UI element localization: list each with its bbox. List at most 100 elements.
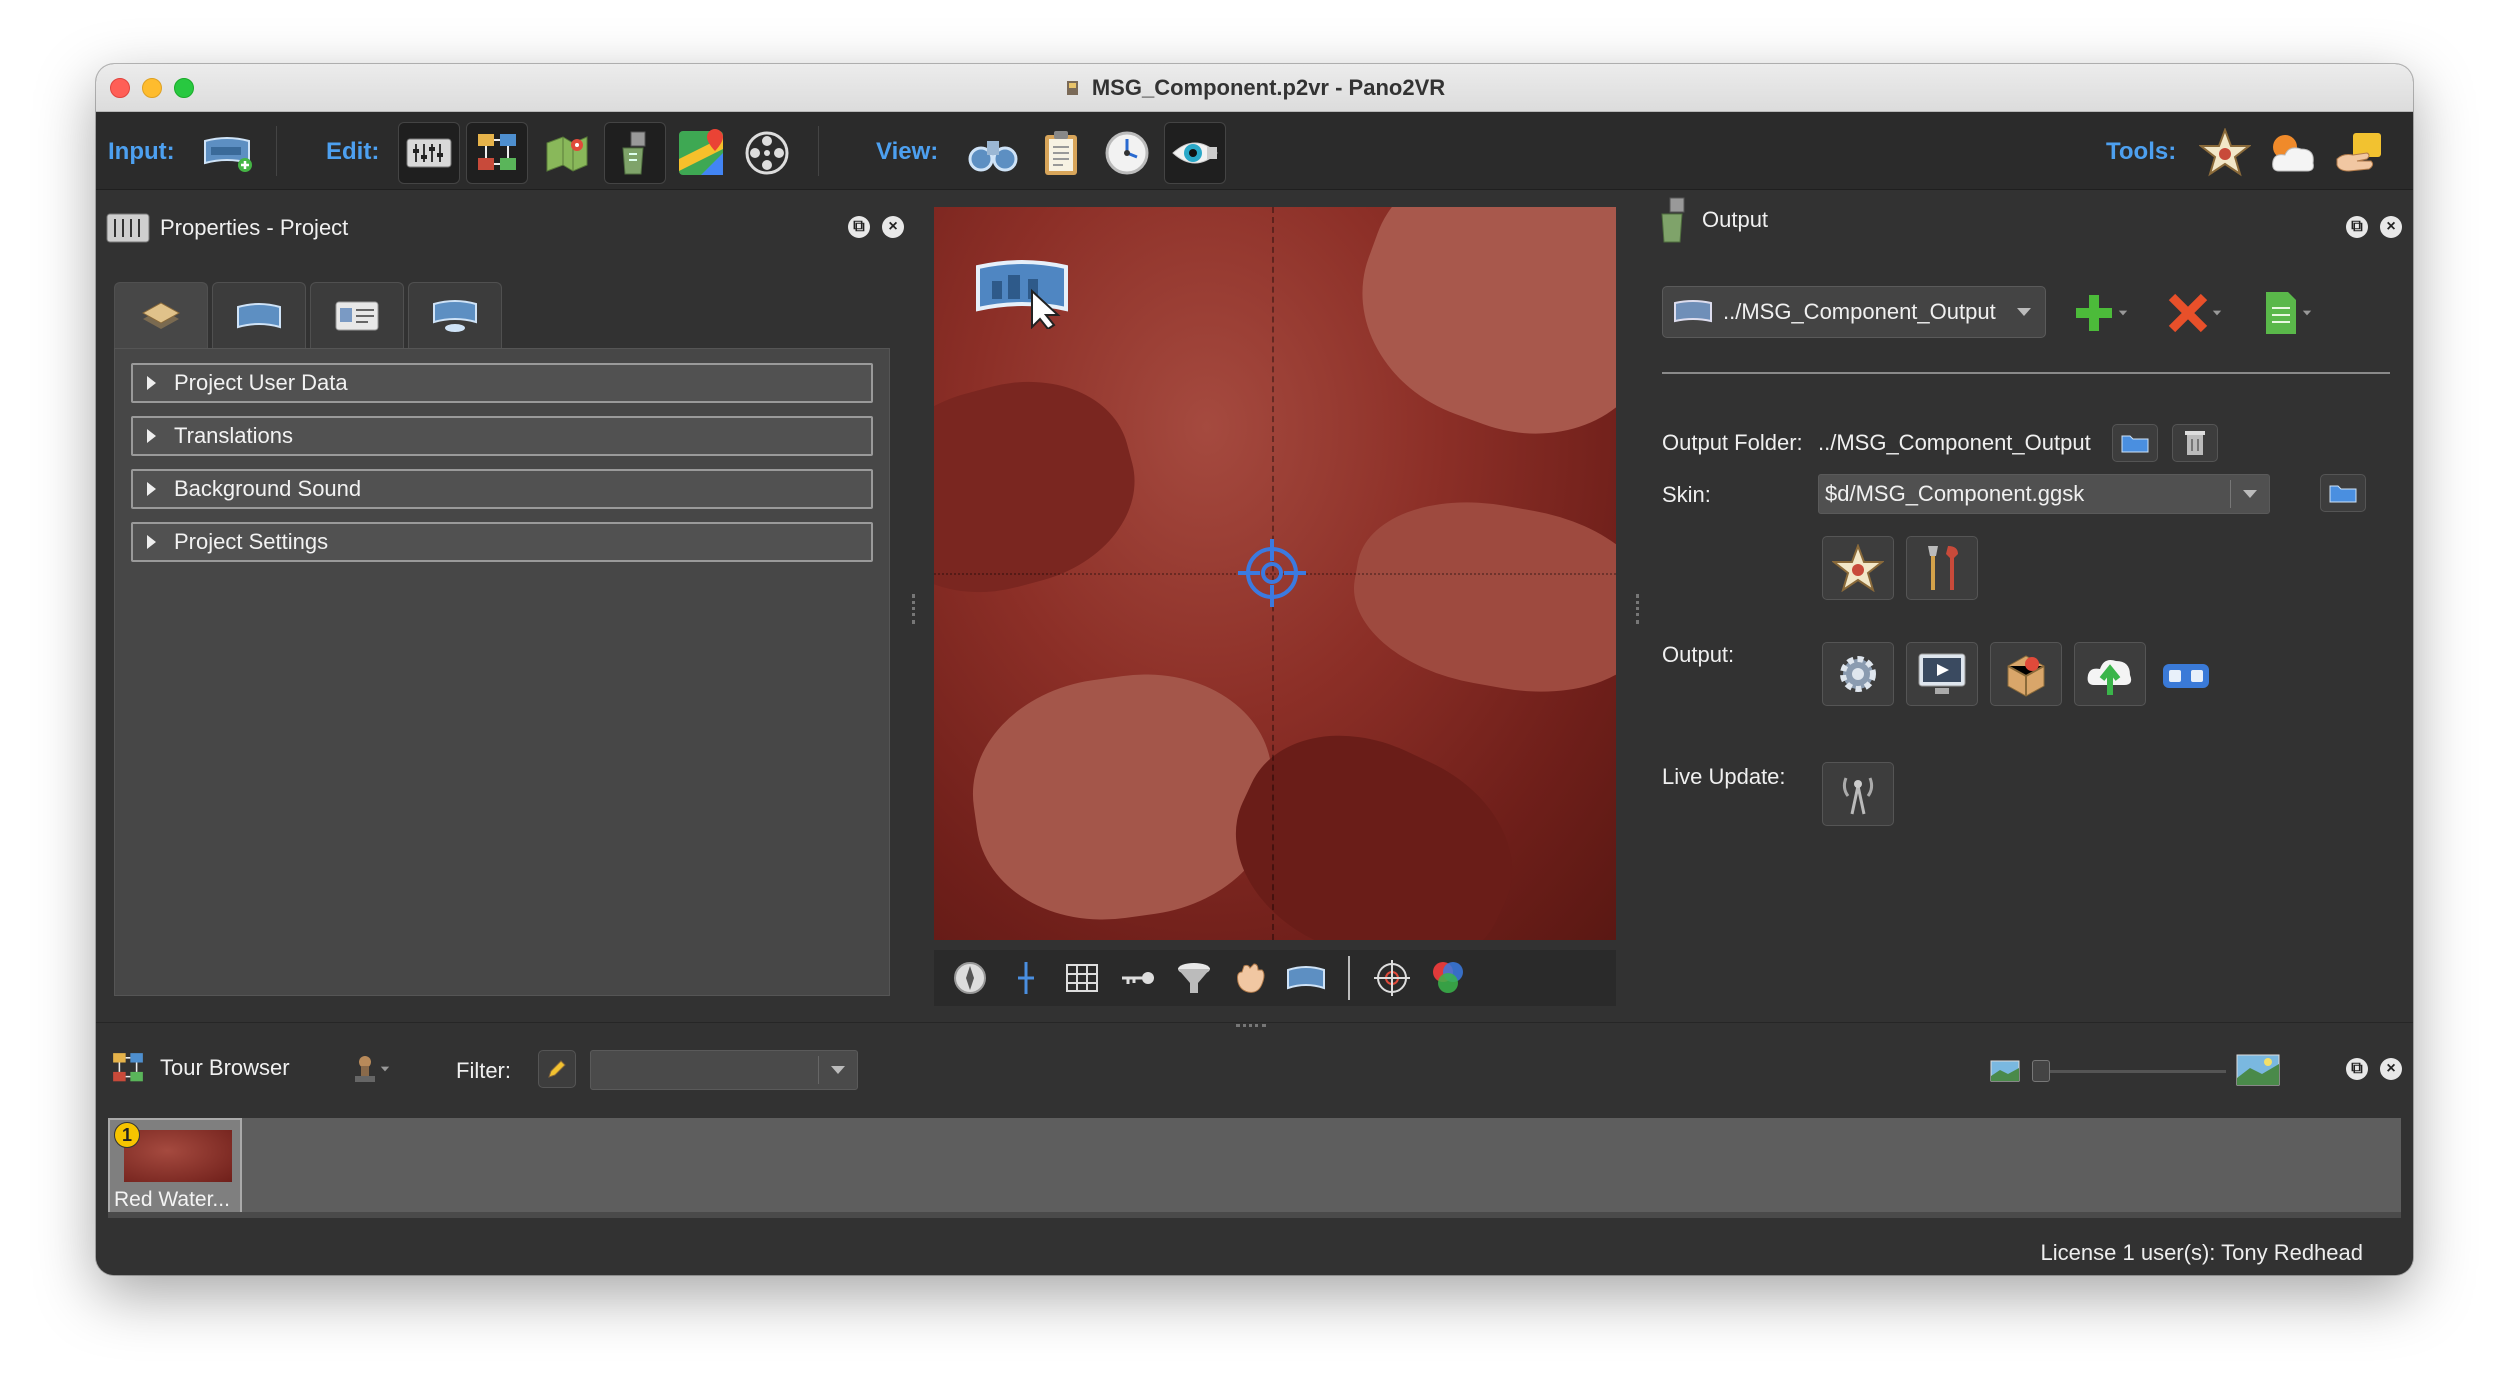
expand-arrow-icon <box>147 535 156 549</box>
skin-select[interactable]: $d/MSG_Component.ggsk <box>1818 474 2270 514</box>
skin-editor-icon <box>622 131 646 175</box>
tab-hotspots[interactable] <box>408 282 502 348</box>
bottom-splitter-handle[interactable] <box>1236 1024 1266 1027</box>
animation-button[interactable] <box>736 122 798 184</box>
vr-headset-icon <box>2163 664 2209 688</box>
properties-button[interactable] <box>398 122 460 184</box>
browse-skin-button[interactable] <box>2320 474 2366 512</box>
close-panel-button[interactable]: × <box>2380 216 2402 238</box>
output-settings-button[interactable] <box>1822 642 1894 706</box>
panorama-viewer[interactable] <box>934 207 1616 940</box>
binoculars-icon <box>968 141 1018 172</box>
minimize-window-button[interactable] <box>142 78 162 98</box>
close-panel-button[interactable]: × <box>882 216 904 238</box>
expand-arrow-icon <box>147 482 156 496</box>
close-panel-button[interactable]: × <box>2380 1058 2402 1080</box>
output-format-value: ../MSG_Component_Output <box>1723 299 1996 324</box>
tool-weather-icon <box>2272 135 2314 172</box>
live-update-button[interactable] <box>1822 762 1894 826</box>
title-bar: MSG_Component.p2vr - Pano2VR <box>96 64 2413 112</box>
tour-browser-icon <box>113 1053 143 1082</box>
sort-menu-button[interactable] <box>352 1054 400 1084</box>
delete-x-icon <box>2168 293 2208 333</box>
clipboard-button[interactable] <box>1030 122 1092 184</box>
clock-icon <box>1105 131 1149 175</box>
key-button[interactable] <box>1118 958 1158 998</box>
float-panel-button[interactable]: ⧉ <box>2346 1058 2368 1080</box>
output-format-select[interactable]: ../MSG_Component_Output <box>1662 286 2046 338</box>
preview-output-button[interactable] <box>1906 642 1978 706</box>
skin-tools-button[interactable] <box>1906 536 1978 600</box>
clear-folder-button[interactable] <box>2172 424 2218 462</box>
app-window: MSG_Component.p2vr - Pano2VR Input: Edit… <box>96 64 2413 1275</box>
hand-button[interactable] <box>1230 958 1270 998</box>
google-maps-button[interactable] <box>670 122 732 184</box>
layers-icon <box>141 301 181 329</box>
float-panel-button[interactable]: ⧉ <box>2346 216 2368 238</box>
section-project-settings[interactable]: Project Settings <box>131 522 873 562</box>
upload-output-button[interactable] <box>2074 642 2146 706</box>
horizontal-scrollbar[interactable] <box>108 1212 2401 1218</box>
slider-handle[interactable] <box>2032 1060 2050 1082</box>
guide-line-button[interactable] <box>1006 958 1046 998</box>
compass-icon <box>954 962 986 994</box>
binoculars-button[interactable] <box>962 122 1024 184</box>
tool-weather-button[interactable] <box>2262 122 2324 184</box>
color-circles-icon <box>1433 962 1463 993</box>
filter-select[interactable] <box>590 1050 858 1090</box>
tab-viewing-parameters[interactable] <box>212 282 306 348</box>
output-panel-header: Output <box>1656 197 1768 243</box>
left-splitter-handle[interactable] <box>912 594 915 624</box>
viewer-toolbar <box>934 950 1616 1006</box>
remove-output-button[interactable] <box>2166 290 2232 336</box>
properties-icon <box>406 138 452 168</box>
compass-button[interactable] <box>950 958 990 998</box>
section-project-user-data[interactable]: Project User Data <box>131 363 873 403</box>
tab-project[interactable] <box>114 282 208 350</box>
properties-title: Properties - Project <box>160 215 349 240</box>
tour-browser-button[interactable] <box>466 122 528 184</box>
add-panorama-button[interactable] <box>196 122 258 184</box>
tool-hand-icon <box>2336 133 2381 172</box>
tool-star-button[interactable] <box>2194 122 2256 184</box>
toolbar-separator <box>818 126 819 176</box>
output-document-button[interactable] <box>2262 288 2328 338</box>
eye-icon <box>1172 142 1218 164</box>
panorama-button[interactable] <box>1286 958 1326 998</box>
vr-output-button[interactable] <box>2158 654 2214 698</box>
tour-item[interactable]: 1 Red Water... <box>108 1118 242 1216</box>
small-thumbnail-icon <box>1990 1060 2020 1082</box>
funnel-button[interactable] <box>1174 958 1214 998</box>
target-button[interactable] <box>1372 958 1412 998</box>
filter-tag-button[interactable] <box>538 1050 576 1088</box>
section-translations[interactable]: Translations <box>131 416 873 456</box>
output-format-icon <box>1674 300 1712 323</box>
eye-button[interactable] <box>1164 122 1226 184</box>
clock-button[interactable] <box>1096 122 1158 184</box>
tool-hand-button[interactable] <box>2328 122 2390 184</box>
close-window-button[interactable] <box>110 78 130 98</box>
target-icon <box>1374 960 1410 996</box>
package-output-button[interactable] <box>1990 642 2062 706</box>
tools-label: Tools: <box>2106 138 2177 165</box>
status-bar: License 1 user(s): Tony Redhead <box>96 1230 2413 1275</box>
float-panel-button[interactable]: ⧉ <box>848 216 870 238</box>
color-button[interactable] <box>1428 958 1468 998</box>
map-button[interactable] <box>536 122 598 184</box>
add-output-button[interactable] <box>2072 290 2138 336</box>
tools-icon <box>1928 546 1958 590</box>
grid-button[interactable] <box>1062 958 1102 998</box>
tab-user-data[interactable] <box>310 282 404 348</box>
right-splitter-handle[interactable] <box>1636 594 1639 624</box>
section-background-sound[interactable]: Background Sound <box>131 469 873 509</box>
skin-editor-button[interactable] <box>1822 536 1894 600</box>
thumbnail-size-slider[interactable] <box>2034 1070 2226 1073</box>
tour-browser-area: 1 Red Water... <box>108 1118 2401 1218</box>
skin-editor-button[interactable] <box>604 122 666 184</box>
large-thumbnail-icon <box>2236 1054 2280 1086</box>
tour-browser-title: Tour Browser <box>160 1055 290 1080</box>
zoom-window-button[interactable] <box>174 78 194 98</box>
viewer-mode-icon[interactable] <box>974 257 1074 329</box>
browse-folder-button[interactable] <box>2112 424 2158 462</box>
toolbar-separator <box>276 126 277 176</box>
